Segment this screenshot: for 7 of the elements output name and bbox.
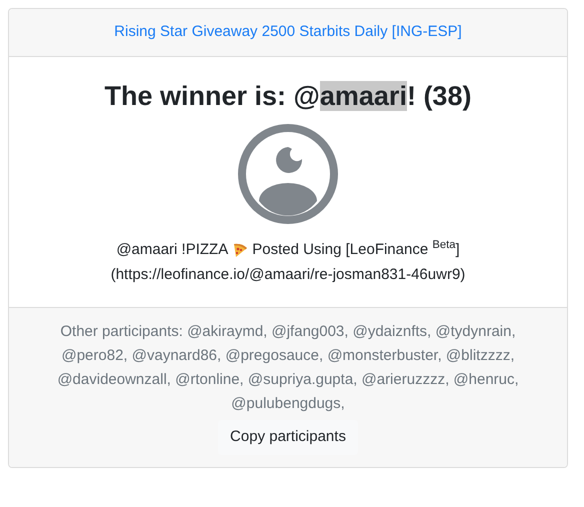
pizza-icon bbox=[232, 242, 248, 258]
winner-heading: The winner is: @amaari! (38) bbox=[104, 80, 472, 113]
post-url-text: (https://leofinance.io/@amaari/re-josman831-46uwr9) bbox=[110, 264, 466, 284]
participants-text: Other participants: @akiraymd, @jfang003, @ydaiznfts, @tydynrain, @pero82, @vaynard86, @pregosauce, @monsterbuster, @blitzzzz, @davideownzall, @rtonline, @supriya.gupta, @arieruzzzz, @henruc, @pulubengdugs, bbox=[56, 322, 520, 414]
comment-text: Posted Using [LeoFinance $^{Beta}$] bbox=[252, 239, 460, 260]
avatar-icon bbox=[237, 123, 339, 225]
comment-text: @amaari !PIZZA bbox=[116, 240, 228, 260]
